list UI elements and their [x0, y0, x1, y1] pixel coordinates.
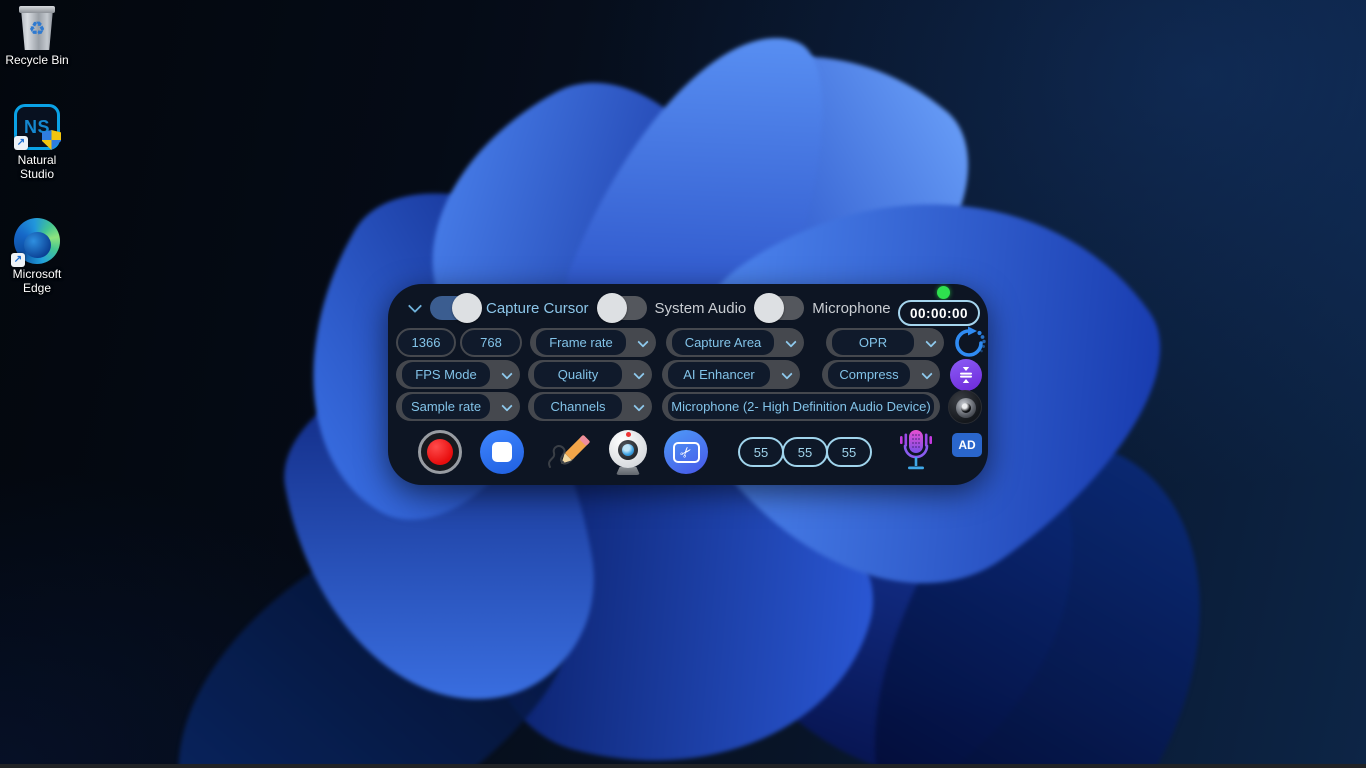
recording-timer: 00:00:00 — [898, 300, 980, 326]
icon-label: Microsoft Edge — [2, 267, 72, 295]
chevron-down-icon — [637, 336, 648, 347]
chevron-down-icon — [925, 336, 936, 347]
chevron-down-icon — [633, 400, 644, 411]
draw-annotate-button[interactable] — [544, 429, 590, 475]
microphone-label: Microphone — [812, 300, 890, 317]
sample-rate-dropdown[interactable]: Sample rate — [396, 392, 520, 421]
recorder-panel: Capture Cursor System Audio Microphone 0… — [388, 284, 988, 485]
fps-mode-dropdown[interactable]: FPS Mode — [396, 360, 520, 389]
record-button[interactable] — [418, 430, 462, 474]
capture-cursor-label: Capture Cursor — [486, 300, 589, 317]
webcam-button[interactable] — [606, 428, 650, 476]
icon-label: Natural Studio — [2, 153, 72, 181]
desktop-icon-microsoft-edge[interactable]: ↗ Microsoft Edge — [2, 218, 72, 295]
recycle-symbol-icon: ♻ — [19, 15, 55, 45]
level-value-1[interactable]: 55 — [738, 437, 784, 467]
compress-dropdown[interactable]: Compress — [822, 360, 940, 389]
speaker-icon[interactable] — [948, 390, 982, 424]
system-audio-label: System Audio — [655, 300, 747, 317]
collapse-chevron-icon[interactable] — [408, 299, 422, 313]
level-value-2[interactable]: 55 — [782, 437, 828, 467]
edge-logo-icon: ↗ — [14, 218, 60, 264]
level-value-3[interactable]: 55 — [826, 437, 872, 467]
chevron-down-icon — [921, 368, 932, 379]
capture-settings-row: 1366 768 Frame rate Capture Area OPR — [396, 328, 980, 357]
level-value-pills: 55 55 55 — [738, 437, 872, 467]
natural-studio-icon: NS ↗ — [14, 104, 60, 150]
height-field[interactable]: 768 — [460, 328, 522, 357]
stop-button[interactable] — [480, 430, 524, 474]
chevron-down-icon — [781, 368, 792, 379]
chevron-down-icon — [633, 368, 644, 379]
audio-settings-row: Sample rate Channels Microphone (2- High… — [396, 392, 980, 421]
compress-action-button[interactable] — [950, 359, 982, 391]
system-audio-toggle[interactable] — [599, 296, 647, 320]
refresh-spinner-icon[interactable] — [952, 326, 986, 360]
clip-trim-button[interactable]: ✂ — [664, 430, 708, 474]
quality-dropdown[interactable]: Quality — [528, 360, 652, 389]
status-dot — [937, 286, 950, 299]
microphone-level-icon[interactable] — [896, 428, 936, 476]
toggle-row: Capture Cursor System Audio Microphone — [396, 292, 980, 324]
opr-dropdown[interactable]: OPR — [826, 328, 944, 357]
scissors-icon: ✂ — [677, 443, 695, 461]
shortcut-arrow-icon: ↗ — [11, 253, 25, 267]
shortcut-arrow-icon: ↗ — [14, 136, 28, 150]
vertical-compress-icon — [958, 366, 974, 384]
width-field[interactable]: 1366 — [396, 328, 456, 357]
taskbar-strip[interactable] — [0, 764, 1366, 768]
encoding-settings-row: FPS Mode Quality AI Enhancer Compress — [396, 360, 980, 389]
uac-shield-icon — [42, 130, 61, 150]
chevron-down-icon — [501, 368, 512, 379]
desktop: ♻ Recycle Bin NS ↗ Natural Studio ↗ Micr… — [0, 0, 1366, 768]
chevron-down-icon — [785, 336, 796, 347]
recycle-bin-icon: ♻ — [19, 6, 55, 50]
capture-area-dropdown[interactable]: Capture Area — [666, 328, 804, 357]
icon-label: Recycle Bin — [5, 53, 68, 67]
microphone-toggle[interactable] — [756, 296, 804, 320]
desktop-icon-recycle-bin[interactable]: ♻ Recycle Bin — [2, 6, 72, 67]
desktop-icon-natural-studio[interactable]: NS ↗ Natural Studio — [2, 104, 72, 181]
capture-cursor-toggle[interactable] — [430, 296, 478, 320]
frame-rate-dropdown[interactable]: Frame rate — [530, 328, 656, 357]
action-row: ✂ 55 55 55 — [396, 426, 980, 478]
ai-enhancer-dropdown[interactable]: AI Enhancer — [662, 360, 800, 389]
channels-dropdown[interactable]: Channels — [528, 392, 652, 421]
chevron-down-icon — [501, 400, 512, 411]
microphone-device-field[interactable]: Microphone (2- High Definition Audio Dev… — [662, 392, 940, 421]
ad-badge[interactable]: AD — [952, 433, 982, 457]
